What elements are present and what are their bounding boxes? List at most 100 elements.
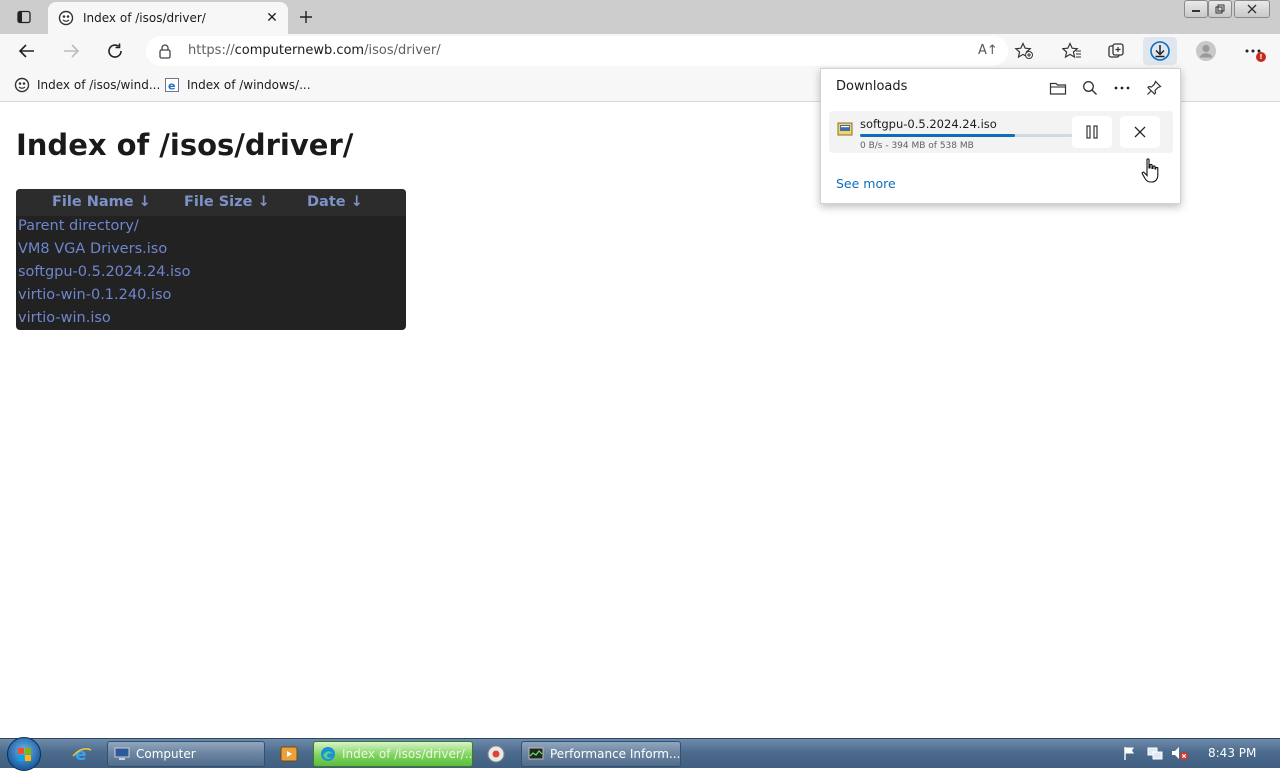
favorites-icon: [1062, 42, 1081, 59]
folder-icon: [1049, 82, 1067, 95]
ie-page-icon: e: [165, 78, 179, 93]
site-favicon-icon: [14, 77, 30, 93]
file-link[interactable]: Parent directory/: [18, 218, 139, 234]
edge-icon: [321, 747, 335, 761]
tab-title: Index of /isos/driver/: [83, 11, 206, 25]
file-link[interactable]: virtio-win.iso: [18, 310, 111, 326]
settings-menu-button[interactable]: !: [1238, 37, 1268, 65]
table-row: virtio-win.iso: [16, 308, 406, 330]
network-icon[interactable]: [1147, 745, 1163, 761]
address-bar[interactable]: https://computernewb.com/isos/driver/ A↑: [146, 36, 1033, 66]
tab-close-icon[interactable]: ✕: [264, 10, 280, 26]
download-filename: softgpu-0.5.2024.24.iso: [860, 117, 997, 131]
favorites-button[interactable]: [1057, 37, 1087, 65]
pin-downloads-button[interactable]: [1143, 77, 1165, 99]
pause-download-button[interactable]: [1072, 116, 1112, 148]
taskbar-button-label: Performance Inform...: [550, 747, 681, 761]
collections-button[interactable]: [1101, 37, 1131, 65]
table-row: Parent directory/: [16, 216, 406, 239]
computer-icon: [114, 747, 130, 760]
windows-logo-icon: [18, 748, 31, 761]
download-icon: [1150, 41, 1170, 61]
column-header-file-size[interactable]: File Size ↓: [184, 194, 270, 210]
downloads-more-button[interactable]: [1111, 77, 1133, 99]
download-progress-bar: [860, 134, 1072, 137]
active-tab[interactable]: Index of /isos/driver/ ✕: [48, 2, 288, 34]
download-status: 0 B/s - 394 MB of 538 MB: [860, 141, 974, 151]
media-player-icon[interactable]: [279, 744, 299, 764]
read-aloud-icon[interactable]: A↑: [978, 43, 998, 58]
internet-explorer-icon[interactable]: e: [72, 744, 92, 764]
forward-button[interactable]: [56, 37, 86, 65]
more-options-icon: [1114, 86, 1130, 90]
taskbar: e Computer Index of /isos/driver/... Per…: [0, 737, 1280, 771]
avatar-icon: [1196, 41, 1216, 61]
minimize-icon: [1192, 10, 1200, 12]
minimize-button[interactable]: [1184, 0, 1208, 18]
column-header-file-name[interactable]: File Name ↓: [52, 194, 151, 210]
taskbar-button-performance[interactable]: Performance Inform...: [521, 741, 681, 767]
site-favicon-icon: [58, 10, 74, 26]
refresh-button[interactable]: [100, 37, 130, 65]
start-button[interactable]: [7, 737, 41, 771]
taskbar-button-label: Computer: [136, 747, 196, 761]
forward-arrow-icon: [64, 44, 80, 58]
performance-monitor-icon: [528, 747, 544, 760]
see-more-link[interactable]: See more: [836, 176, 896, 191]
tab-actions-icon: [17, 10, 31, 24]
download-progress-fill: [860, 134, 1015, 137]
open-downloads-folder-button[interactable]: [1047, 77, 1069, 99]
favorite-label: Index of /windows/...: [187, 78, 311, 92]
taskbar-button-computer[interactable]: Computer: [107, 741, 265, 767]
downloads-panel-title: Downloads: [836, 79, 908, 94]
cancel-download-button[interactable]: [1120, 116, 1160, 148]
taskbar-button-browser[interactable]: Index of /isos/driver/...: [313, 741, 473, 767]
search-downloads-button[interactable]: [1079, 77, 1101, 99]
refresh-icon: [108, 43, 122, 58]
downloads-panel: Downloads softgpu-0.5.2024.24.iso 0 B/s …: [820, 68, 1181, 204]
table-row: softgpu-0.5.2024.24.iso: [16, 262, 406, 285]
back-arrow-icon: [18, 44, 34, 58]
system-clock[interactable]: 8:43 PM: [1208, 746, 1256, 760]
taskbar-button-label: Index of /isos/driver/...: [342, 747, 473, 761]
browser-toolbar: https://computernewb.com/isos/driver/ A↑: [0, 34, 1280, 68]
back-button[interactable]: [12, 37, 42, 65]
url-text: https://computernewb.com/isos/driver/: [188, 43, 441, 58]
disc-image-file-icon: [837, 122, 853, 136]
downloads-button[interactable]: [1143, 37, 1177, 65]
add-favorite-icon[interactable]: [1014, 42, 1034, 60]
chrome-app-icon[interactable]: [486, 744, 506, 764]
svg-text:e: e: [168, 80, 175, 93]
alert-badge: !: [1256, 52, 1266, 62]
favorite-item[interactable]: Index of /isos/wind...: [14, 76, 160, 94]
file-link[interactable]: VM8 VGA Drivers.iso: [18, 241, 167, 257]
tab-actions-button[interactable]: [8, 5, 40, 29]
page-title: Index of /isos/driver/: [16, 128, 354, 162]
download-item[interactable]: softgpu-0.5.2024.24.iso 0 B/s - 394 MB o…: [829, 111, 1173, 153]
pause-icon: [1086, 125, 1098, 139]
restore-icon: [1215, 4, 1225, 14]
action-center-flag-icon[interactable]: [1122, 745, 1138, 761]
file-listing-table: File Name ↓ File Size ↓ Date ↓ Parent di…: [16, 189, 406, 330]
hand-cursor-icon: [1141, 158, 1159, 183]
file-link[interactable]: softgpu-0.5.2024.24.iso: [18, 264, 191, 280]
table-row: VM8 VGA Drivers.iso: [16, 239, 406, 262]
close-icon: [1134, 126, 1146, 138]
favorite-label: Index of /isos/wind...: [37, 78, 161, 92]
favorite-item[interactable]: e Index of /windows/...: [164, 76, 311, 94]
plus-icon: [300, 11, 312, 23]
window-close-button[interactable]: [1234, 0, 1270, 18]
restore-button[interactable]: [1208, 0, 1232, 18]
volume-muted-icon[interactable]: [1171, 745, 1189, 761]
table-row: virtio-win-0.1.240.iso: [16, 285, 406, 308]
file-link[interactable]: virtio-win-0.1.240.iso: [18, 287, 171, 303]
profile-button[interactable]: [1191, 37, 1221, 65]
new-tab-button[interactable]: [294, 5, 318, 29]
lock-icon: [159, 44, 171, 59]
search-icon: [1083, 81, 1097, 95]
svg-text:e: e: [75, 745, 87, 764]
column-header-date[interactable]: Date ↓: [307, 194, 363, 210]
pin-icon: [1147, 80, 1162, 95]
collections-icon: [1108, 43, 1124, 58]
tab-strip: Index of /isos/driver/ ✕: [0, 0, 1280, 34]
